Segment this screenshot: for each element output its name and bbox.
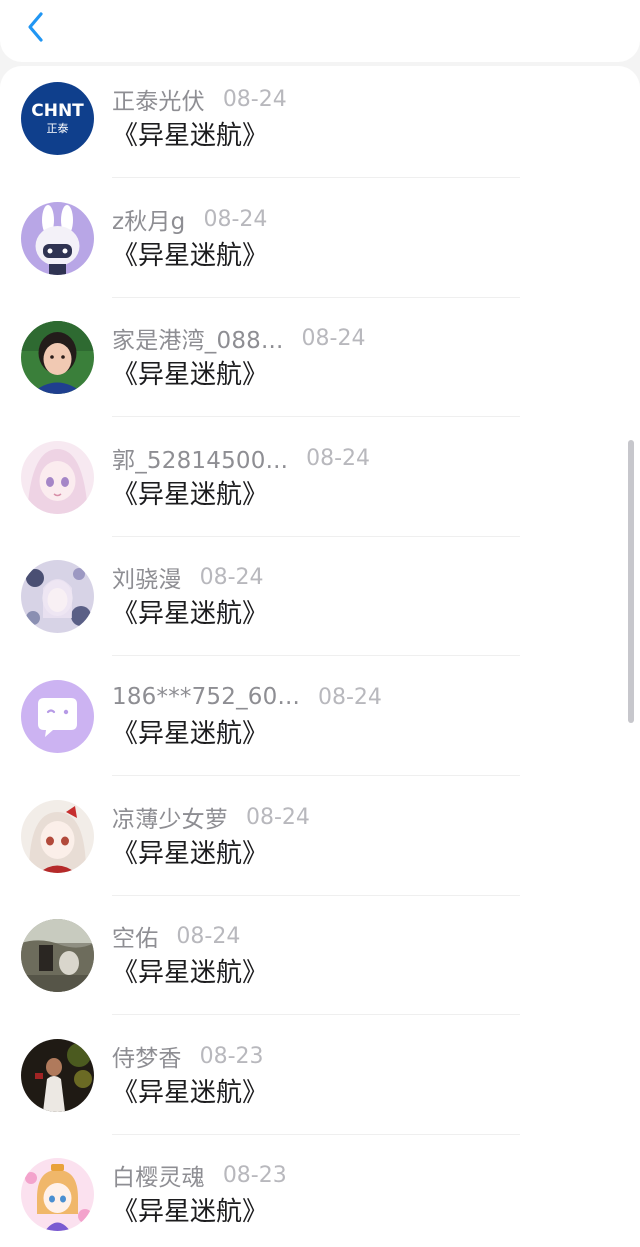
comment-text: 《异星迷航》 [112,839,269,869]
scrollbar[interactable] [628,440,634,723]
divider [112,416,520,417]
avatar[interactable] [21,321,94,394]
comment-item[interactable]: z秋月g 08-24 《异星迷航》 [0,192,620,312]
user-name[interactable]: 186***752_60... [112,684,300,710]
comment-text: 《异星迷航》 [112,480,269,510]
avatar[interactable] [21,1158,94,1231]
divider [112,895,520,896]
divider [112,775,520,776]
avatar[interactable] [21,441,94,514]
comment-item[interactable]: 186***752_60... 08-24 《异星迷航》 [0,670,620,790]
divider [112,655,520,656]
comment-list[interactable]: CHNT 正泰 正泰光伏 08-24 《异星迷航》 z秋月g 08-24 《异星… [0,66,640,1247]
comment-item[interactable]: 郭_52814500... 08-24 《异星迷航》 [0,431,620,551]
comment-text: 《异星迷航》 [112,599,269,629]
user-name[interactable]: 郭_52814500... [112,441,288,475]
comment-item[interactable]: 侍梦香 08-23 《异星迷航》 [0,1029,620,1149]
user-name[interactable]: 刘骁漫 [112,560,182,594]
avatar[interactable] [21,680,94,753]
comment-date: 08-24 [246,804,310,830]
comment-date: 08-24 [222,86,287,112]
top-navigation-bar [0,0,640,62]
comment-item[interactable]: 刘骁漫 08-24 《异星迷航》 [0,550,620,670]
comment-text: 《异星迷航》 [112,958,269,988]
comment-date: 08-24 [301,325,366,351]
comment-date: 08-24 [318,684,382,710]
comment-item[interactable]: 家是港湾_088... 08-24 《异星迷航》 [0,311,620,431]
user-name[interactable]: 侍梦香 [112,1039,182,1073]
comment-text: 《异星迷航》 [112,241,269,271]
comment-text: 《异星迷航》 [112,719,269,749]
comment-date: 08-24 [306,445,371,471]
divider [112,1134,520,1135]
comment-date: 08-23 [199,1043,264,1069]
comment-date: 08-24 [199,564,264,590]
comment-date: 08-23 [222,1162,287,1188]
divider [112,1014,520,1015]
avatar[interactable]: CHNT 正泰 [21,82,94,155]
avatar[interactable] [21,202,94,275]
user-name[interactable]: z秋月g [112,202,185,236]
logo-text: 正泰 [47,121,69,135]
avatar[interactable] [21,1039,94,1112]
comment-date: 08-24 [176,923,241,949]
user-name[interactable]: 正泰光伏 [112,82,205,116]
comment-date: 08-24 [203,206,268,232]
comment-text: 《异星迷航》 [112,1078,269,1108]
divider [112,297,520,298]
comment-item[interactable]: 凉薄少女萝 08-24 《异星迷航》 [0,790,620,910]
user-name[interactable]: 家是港湾_088... [112,321,284,355]
avatar[interactable] [21,560,94,633]
comment-item[interactable]: 白樱灵魂 08-23 《异星迷航》 [0,1148,620,1247]
default-avatar-icon [21,680,94,753]
comment-text: 《异星迷航》 [112,121,269,151]
avatar[interactable] [21,800,94,873]
avatar[interactable] [21,919,94,992]
chevron-left-icon [28,12,43,42]
user-name[interactable]: 凉薄少女萝 [112,800,228,834]
comment-item[interactable]: 空佑 08-24 《异星迷航》 [0,909,620,1029]
divider [112,177,520,178]
logo-text: CHNT [31,101,84,121]
comment-text: 《异星迷航》 [112,1197,269,1227]
divider [112,536,520,537]
user-name[interactable]: 白樱灵魂 [112,1158,205,1192]
back-button[interactable] [22,10,50,44]
user-name[interactable]: 空佑 [112,919,158,953]
comment-item[interactable]: CHNT 正泰 正泰光伏 08-24 《异星迷航》 [0,72,620,192]
comment-text: 《异星迷航》 [112,360,269,390]
